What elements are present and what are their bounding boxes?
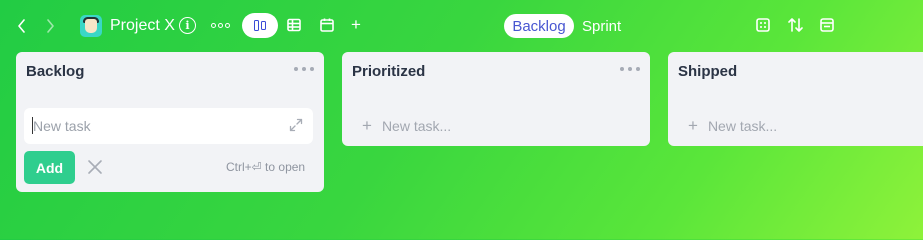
dot <box>294 67 298 71</box>
column-title-backlog: Backlog <box>26 63 85 80</box>
project-title[interactable]: Project X <box>110 15 175 37</box>
column-menu-button[interactable] <box>620 66 640 72</box>
segment-backlog[interactable]: Backlog <box>504 14 574 38</box>
close-icon[interactable] <box>86 158 104 176</box>
back-button[interactable] <box>14 16 30 36</box>
table-view-icon <box>287 18 301 32</box>
calendar-view-button[interactable] <box>319 17 335 33</box>
board-view-button[interactable] <box>242 13 278 38</box>
chevron-left-icon <box>18 19 25 33</box>
project-logo[interactable] <box>80 15 102 37</box>
add-task-button[interactable]: Add <box>24 151 75 184</box>
dot <box>302 67 306 71</box>
add-task-prioritized[interactable]: + New task... <box>362 116 451 136</box>
archive-button[interactable] <box>819 17 835 33</box>
plus-icon: + <box>362 116 372 135</box>
plus-icon: + <box>688 116 698 135</box>
dot <box>636 67 640 71</box>
add-task-shipped[interactable]: + New task... <box>688 116 777 136</box>
logo-face <box>85 19 97 33</box>
dot <box>628 67 632 71</box>
dot <box>310 67 314 71</box>
keyboard-hint: Ctrl+⏎ to open <box>226 160 306 174</box>
add-task-label: New task... <box>707 118 778 134</box>
chevron-right-icon <box>47 19 54 33</box>
board-view-icon-bar <box>261 21 266 30</box>
add-task-label: New task... <box>381 118 452 134</box>
column-menu-button[interactable] <box>294 66 314 72</box>
calendar-view-icon <box>320 18 334 32</box>
archive-icon <box>820 18 834 32</box>
add-view-button[interactable]: + <box>349 15 363 34</box>
dot <box>224 23 230 28</box>
expand-icon[interactable] <box>289 118 303 132</box>
forward-button[interactable] <box>42 16 58 36</box>
column-title-prioritized: Prioritized <box>352 63 426 80</box>
column-title-shipped: Shipped <box>678 63 738 80</box>
layout-button[interactable] <box>755 17 771 33</box>
new-task-placeholder: New task <box>33 118 91 134</box>
dot <box>620 67 624 71</box>
dot <box>217 23 223 28</box>
layout-icon <box>756 18 770 32</box>
dot <box>210 23 216 28</box>
table-view-button[interactable] <box>286 17 302 33</box>
board-view-icon <box>254 20 259 31</box>
segment-sprint[interactable]: Sprint <box>582 14 621 38</box>
sort-button[interactable] <box>787 17 803 33</box>
top-bar: Project X i + Backlog Sprint <box>0 0 923 52</box>
more-options-icon[interactable] <box>209 17 231 34</box>
sort-icon <box>787 18 803 32</box>
info-icon[interactable]: i <box>179 17 196 34</box>
